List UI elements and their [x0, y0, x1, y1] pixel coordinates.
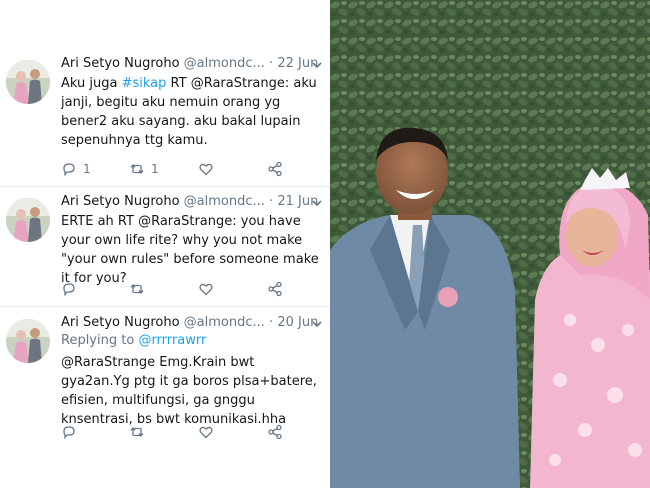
- share-button[interactable]: [267, 280, 283, 298]
- heart-icon: [199, 163, 213, 176]
- tweet-text: Aku juga #sikap RT @RaraStrange: aku jan…: [61, 74, 323, 150]
- replying-to-link[interactable]: @rrrrrawrr: [138, 333, 206, 348]
- replying-to: Replying to @rrrrrawrr: [61, 333, 206, 348]
- tweet-actions: [61, 423, 311, 441]
- divider: [0, 306, 330, 307]
- chevron-down-icon[interactable]: [310, 196, 324, 210]
- share-icon: [268, 281, 282, 297]
- wedding-photo: [330, 0, 650, 488]
- avatar[interactable]: [6, 319, 50, 363]
- tweet-1[interactable]: Ari Setyo Nugroho @almondc... · 22 Jun 1…: [0, 56, 330, 186]
- reply-button[interactable]: [61, 280, 83, 298]
- divider: [0, 186, 330, 187]
- author-name[interactable]: Ari Setyo Nugroho: [61, 194, 180, 209]
- retweet-icon: [130, 163, 144, 175]
- retweet-button[interactable]: [129, 280, 151, 298]
- heart-icon: [199, 283, 213, 296]
- reply-button[interactable]: [61, 423, 83, 441]
- share-button[interactable]: [267, 160, 283, 178]
- reply-icon: [63, 163, 75, 177]
- reply-count: 1: [83, 162, 91, 176]
- tweet-header: Ari Setyo Nugroho @almondc... · 20 Jun 1…: [61, 315, 324, 333]
- tweet-text-part: Aku juga: [61, 76, 122, 91]
- tweet-header: Ari Setyo Nugroho @almondc... · 22 Jun 1…: [61, 56, 324, 74]
- share-icon: [268, 161, 282, 177]
- author-handle[interactable]: @almondc...: [184, 56, 265, 71]
- author-handle[interactable]: @almondc...: [184, 194, 265, 209]
- tweet-text: ERTE ah RT @RaraStrange: you have your o…: [61, 214, 319, 286]
- retweet-button[interactable]: 1: [129, 160, 159, 178]
- retweet-icon: [130, 426, 144, 438]
- author-name[interactable]: Ari Setyo Nugroho: [61, 56, 180, 71]
- retweet-icon: [130, 283, 144, 295]
- tweet-feed: Ari Setyo Nugroho @almondc... · 22 Jun 1…: [0, 0, 330, 488]
- tweet-2[interactable]: Ari Setyo Nugroho @almondc... · 21 Jun 1…: [0, 194, 330, 304]
- tweet-actions: [61, 280, 311, 298]
- share-icon: [268, 424, 282, 440]
- reply-icon: [63, 426, 75, 440]
- tweet-3[interactable]: Ari Setyo Nugroho @almondc... · 20 Jun 1…: [0, 315, 330, 445]
- author-handle[interactable]: @almondc...: [184, 315, 265, 330]
- chevron-down-icon[interactable]: [310, 317, 324, 331]
- retweet-button[interactable]: [129, 423, 151, 441]
- avatar[interactable]: [6, 60, 50, 104]
- replying-label: Replying to: [61, 333, 135, 348]
- tweet-text: @RaraStrange Emg.Krain bwt gya2an.Yg ptg…: [61, 355, 317, 427]
- hashtag-link[interactable]: #sikap: [122, 76, 167, 91]
- retweet-count: 1: [151, 162, 159, 176]
- tweet-actions: 1 1: [61, 160, 311, 178]
- chevron-down-icon[interactable]: [310, 58, 324, 72]
- reply-button[interactable]: 1: [61, 160, 91, 178]
- author-name[interactable]: Ari Setyo Nugroho: [61, 315, 180, 330]
- like-button[interactable]: [198, 280, 220, 298]
- like-button[interactable]: [198, 160, 220, 178]
- separator: ·: [269, 194, 274, 209]
- separator: ·: [269, 315, 274, 330]
- like-button[interactable]: [198, 423, 220, 441]
- tweet-header: Ari Setyo Nugroho @almondc... · 21 Jun 1…: [61, 194, 324, 212]
- share-button[interactable]: [267, 423, 283, 441]
- avatar[interactable]: [6, 198, 50, 242]
- heart-icon: [199, 426, 213, 439]
- separator: ·: [269, 56, 274, 71]
- reply-icon: [63, 283, 75, 297]
